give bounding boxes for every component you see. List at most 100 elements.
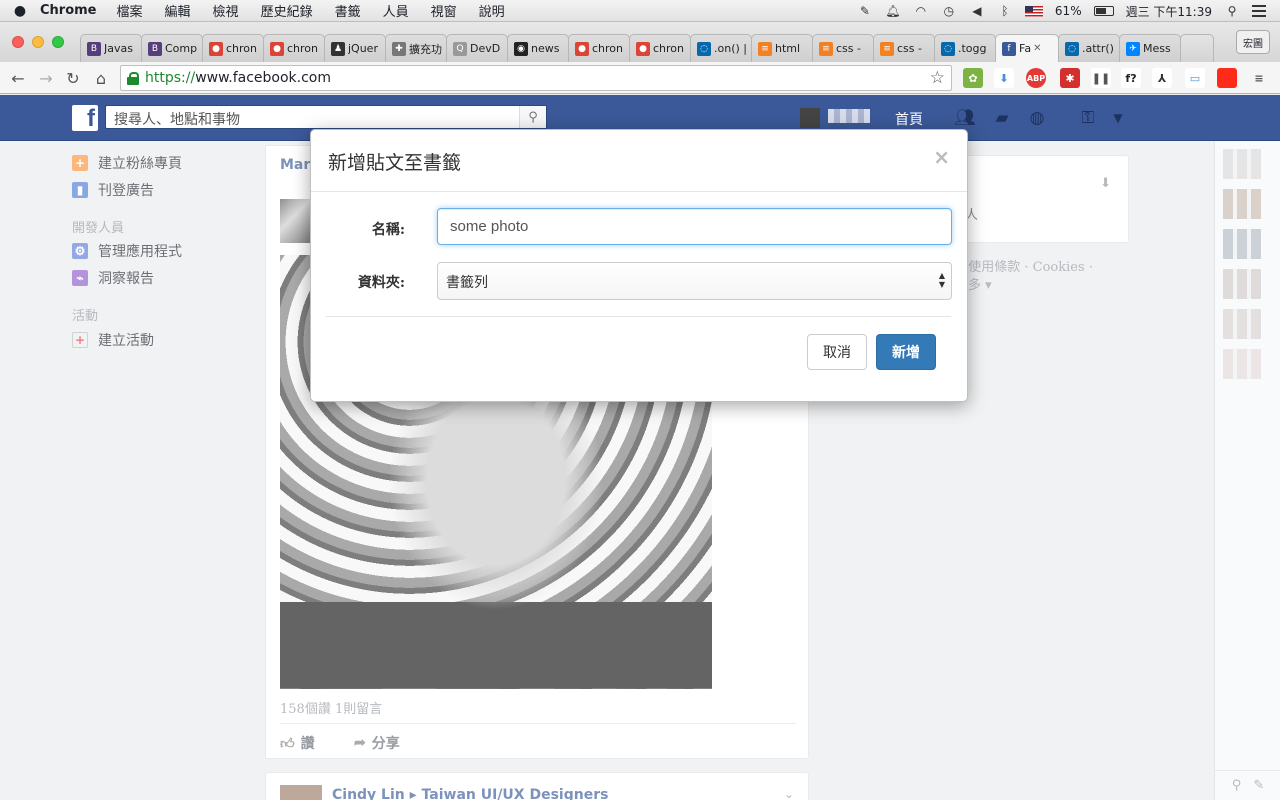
reload-icon[interactable]: ↻ <box>63 68 83 88</box>
close-icon[interactable]: × <box>933 145 950 169</box>
tab-9[interactable]: ● chron <box>629 34 691 62</box>
profile-button[interactable]: 宏圖 <box>1236 30 1270 54</box>
tab-5[interactable]: ✚ 擴充功 <box>385 34 447 62</box>
tab-8[interactable]: ● chron <box>568 34 630 62</box>
menu-people[interactable]: 人員 <box>383 1 409 20</box>
menu-help[interactable]: 說明 <box>479 1 505 20</box>
add-button[interactable]: 新增 <box>876 334 936 370</box>
volume-icon[interactable]: ◀ <box>969 3 985 19</box>
bookmark-name-input[interactable] <box>437 208 952 245</box>
tab-close-icon[interactable]: ✕ <box>1033 43 1041 54</box>
us-flag-icon[interactable] <box>1024 5 1043 17</box>
stackoverflow-icon: ≡ <box>819 41 833 56</box>
profile-name-blurred[interactable] <box>828 109 870 123</box>
tab-7[interactable]: ◉ news <box>507 34 569 62</box>
tab-label: .togg <box>958 42 987 55</box>
tab-0[interactable]: B Javas <box>80 34 142 62</box>
tab-12[interactable]: ≡ css - <box>812 34 874 62</box>
tab-11[interactable]: ≡ html <box>751 34 813 62</box>
devdocs-icon: Q <box>453 41 467 56</box>
tab-14[interactable]: ◌ .togg <box>934 34 996 62</box>
messages-icon[interactable]: ▰ <box>992 108 1012 128</box>
privacy-shortcuts-icon[interactable]: ⚿ <box>1078 108 1098 128</box>
menu-view[interactable]: 檢視 <box>213 1 239 20</box>
home-link[interactable]: 首頁 <box>895 109 923 129</box>
account-menu-chevron-icon[interactable]: ▼ <box>1108 109 1128 127</box>
battery-icon[interactable] <box>1093 6 1114 16</box>
tab-10[interactable]: ◌ .on() | <box>690 34 752 62</box>
tab-3[interactable]: ● chron <box>263 34 325 62</box>
new-tab-button[interactable] <box>1180 34 1214 62</box>
puzzle-icon: ✚ <box>392 41 406 56</box>
extension-window-icon[interactable]: ▭ <box>1185 68 1205 88</box>
menu-edit[interactable]: 編輯 <box>165 1 191 20</box>
tab-label: .on() | <box>714 42 747 55</box>
menu-file[interactable]: 檔案 <box>117 1 143 20</box>
name-label: 名稱: <box>371 222 405 238</box>
tab-2[interactable]: ● chron <box>202 34 264 62</box>
menu-window[interactable]: 視窗 <box>431 1 457 20</box>
zoom-window-button[interactable] <box>52 36 64 48</box>
tabs: B Javas B Comp ● chron ● chron ♟ jQuer ✚ 擴充功 Q DevD ◉ n… <box>80 34 1214 62</box>
notes-icon[interactable]: ✎ <box>857 3 873 19</box>
tab-6[interactable]: Q DevD <box>446 34 508 62</box>
chrome-menu-icon[interactable]: ≡ <box>1249 68 1269 88</box>
folder-select-value: 書籤列 <box>446 275 488 291</box>
search-icon[interactable]: ⚲ <box>519 106 546 128</box>
forward-arrow-icon[interactable]: → <box>36 68 56 88</box>
menubar-app-name[interactable]: Chrome <box>40 3 97 18</box>
notification-center-icon[interactable] <box>1252 5 1266 17</box>
extension-pause-icon[interactable]: ❚❚ <box>1091 68 1111 88</box>
profile-avatar[interactable] <box>800 108 820 128</box>
dialog-title: 新增貼文至書籤 <box>328 152 462 174</box>
extension-color-icon[interactable]: ✿ <box>963 68 983 88</box>
secure-lock-icon[interactable] <box>127 71 139 85</box>
clock[interactable]: 週三 下午11:39 <box>1126 3 1212 20</box>
tab-15[interactable]: f Fa ✕ <box>995 34 1059 62</box>
friend-requests-icon[interactable]: 👥︎ <box>954 108 976 128</box>
tab-label: Mess <box>1143 42 1171 55</box>
extension-red-square-icon[interactable] <box>1217 68 1237 88</box>
notifications-globe-icon[interactable]: ◍ <box>1027 108 1047 128</box>
tab-4[interactable]: ♟ jQuer <box>324 34 386 62</box>
adblock-icon[interactable]: ABP <box>1026 68 1046 88</box>
dialog-header: 新增貼文至書籤 × <box>311 130 967 192</box>
back-arrow-icon[interactable]: ← <box>8 68 28 88</box>
extension-red-star-icon[interactable]: ✱ <box>1060 68 1080 88</box>
facebook-icon: f <box>1002 41 1016 56</box>
tab-label: Javas <box>104 42 133 55</box>
tab-label: chron <box>592 42 624 55</box>
wifi-icon[interactable]: ◠ <box>913 3 929 19</box>
tab-label: css - <box>897 42 922 55</box>
menu-bookmarks[interactable]: 書籤 <box>335 1 361 20</box>
minimize-window-button[interactable] <box>32 36 44 48</box>
address-bar[interactable]: https:// www.facebook.com ☆ <box>120 65 952 91</box>
folder-select[interactable]: 書籤列 ▲ ▼ <box>437 262 952 300</box>
chrome-icon: ● <box>270 41 284 56</box>
battery-percent[interactable]: 61% <box>1055 4 1082 18</box>
extension-lambda-icon[interactable]: ⅄ <box>1152 68 1172 88</box>
tab-1[interactable]: B Comp <box>141 34 203 62</box>
bookmark-star-icon[interactable]: ☆ <box>930 68 945 88</box>
tab-13[interactable]: ≡ css - <box>873 34 935 62</box>
tab-16[interactable]: ◌ .attr() <box>1058 34 1120 62</box>
spotlight-search-icon[interactable]: ⚲ <box>1224 3 1240 19</box>
home-icon[interactable]: ⌂ <box>91 68 111 88</box>
tab-label: chron <box>653 42 685 55</box>
close-window-button[interactable] <box>12 36 24 48</box>
tab-label: chron <box>287 42 319 55</box>
tab-17[interactable]: ✈ Mess <box>1119 34 1181 62</box>
apple-icon[interactable]: ● <box>0 3 40 19</box>
menu-history[interactable]: 歷史紀錄 <box>261 1 313 20</box>
facebook-search-input[interactable]: 搜尋人、地點和事物 <box>105 105 547 129</box>
bluetooth-icon[interactable]: ᛒ <box>997 3 1013 19</box>
tab-label: DevD <box>470 42 501 55</box>
stackoverflow-icon: ≡ <box>758 41 772 56</box>
facebook-logo-icon[interactable]: f <box>72 105 98 131</box>
notification-bell-icon[interactable]: 🔔︎ <box>885 3 901 19</box>
chrome-icon: ● <box>575 41 589 56</box>
whatfont-icon[interactable]: f? <box>1121 68 1141 88</box>
time-machine-icon[interactable]: ◷ <box>941 3 957 19</box>
extension-download-icon[interactable]: ⬇ <box>994 68 1014 88</box>
cancel-button[interactable]: 取消 <box>807 334 867 370</box>
